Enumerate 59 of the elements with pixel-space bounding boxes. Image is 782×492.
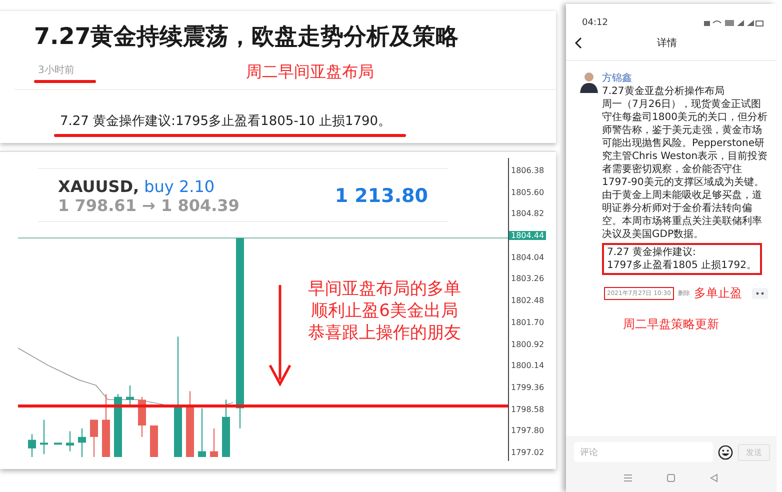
- annotation-text: 周二早间亚盘布局: [246, 62, 374, 83]
- comment-field[interactable]: 评论: [574, 442, 713, 462]
- symbol-label: XAUUSD,: [58, 177, 140, 196]
- order-label: buy 2.10: [144, 177, 215, 196]
- candlestick: [90, 419, 98, 457]
- candlestick: [102, 393, 110, 457]
- annotation-text: 早间亚盘布局的多单: [308, 278, 461, 300]
- annotation-text: 周二早盘策略更新: [623, 316, 719, 333]
- axis-label: 1797.80: [510, 426, 546, 436]
- axis-label: 1800.14: [510, 361, 546, 370]
- avatar-icon: [580, 71, 598, 93]
- post-headline: 7.27黄金亚盘分析操作布局: [602, 85, 726, 98]
- axis-label: 1799.36: [510, 382, 546, 392]
- article-title: 7.27黄金持续震荡，欧盘走势分析及策略: [33, 23, 460, 52]
- signal-battery-icon: [704, 19, 764, 27]
- annotation-text: 顺利止盈6美金出局: [311, 300, 458, 322]
- candlestick: [78, 428, 86, 457]
- back-icon[interactable]: [574, 37, 582, 49]
- axis-label: 1804.82: [510, 209, 546, 218]
- candlestick: [198, 408, 206, 457]
- annotation-text: 多单止盈: [694, 285, 742, 302]
- profit-value: 1 213.80: [334, 185, 428, 207]
- candlestick: [150, 424, 158, 457]
- candlestick: [138, 396, 146, 438]
- price-range: 1 798.61 → 1 804.39: [58, 196, 240, 215]
- axis-label: 1805.60: [510, 188, 546, 197]
- candlestick: [40, 419, 48, 455]
- post-time: 3小时前: [38, 64, 76, 76]
- axis-label: 1802.48: [510, 296, 546, 306]
- axis-label: 1798.58: [510, 404, 546, 414]
- author-name[interactable]: 方锦鑫: [602, 71, 768, 85]
- axis-label: 1801.70: [510, 318, 546, 327]
- emoji-icon[interactable]: [718, 444, 733, 460]
- more-button[interactable]: [752, 288, 768, 299]
- axis-label: 1804.04: [510, 252, 546, 262]
- advice-text: 7.27 黄金操作建议:1795多止盈看1805-10 止损1790。: [60, 113, 392, 130]
- axis-label: 1803.26: [510, 274, 546, 284]
- home-icon[interactable]: [666, 474, 675, 482]
- candlestick: [28, 434, 36, 457]
- axis-label: 1806.38: [510, 166, 546, 175]
- status-time: 04:12: [582, 18, 608, 28]
- candlestick: [222, 399, 230, 457]
- advice-text: 1797多止盈看1805 止损1792。: [607, 259, 757, 272]
- current-price-tag: 1804.44: [509, 231, 546, 240]
- candlestick: [114, 393, 122, 457]
- candlestick: [126, 384, 134, 406]
- annotation-text: 恭喜跟上操作的朋友: [308, 322, 461, 344]
- advice-text: 7.27 黄金操作建议:: [607, 246, 697, 259]
- menu-icon[interactable]: [624, 474, 632, 482]
- dots-icon: [756, 292, 764, 295]
- underline-mark: [34, 80, 96, 82]
- page-title: 详情: [656, 36, 678, 50]
- candlestick: [186, 390, 194, 457]
- post-body: 周一（7月26日），现货黄金正试图守住每盎司1800美元的关口，但分析师警告称，鉴于美元走强，黄金市场可能出现抛售风险。Pepperstone研究主管Chris Weston表示，目前投资者需要密切观察，金价能否守住1797-90美元的支撑区域成为关键。由于黄金上周未能吸收足够买盘，道明证券分析师对于金价看法转向偏空。本周市场将重点关注美联储利率决议及美国GDP数据。: [602, 98, 768, 241]
- candlestick: [54, 442, 62, 445]
- axis-label: 1800.92: [510, 340, 546, 348]
- axis-label: 1797.02: [510, 448, 546, 457]
- candlestick: [210, 428, 218, 457]
- candlestick: [66, 430, 74, 452]
